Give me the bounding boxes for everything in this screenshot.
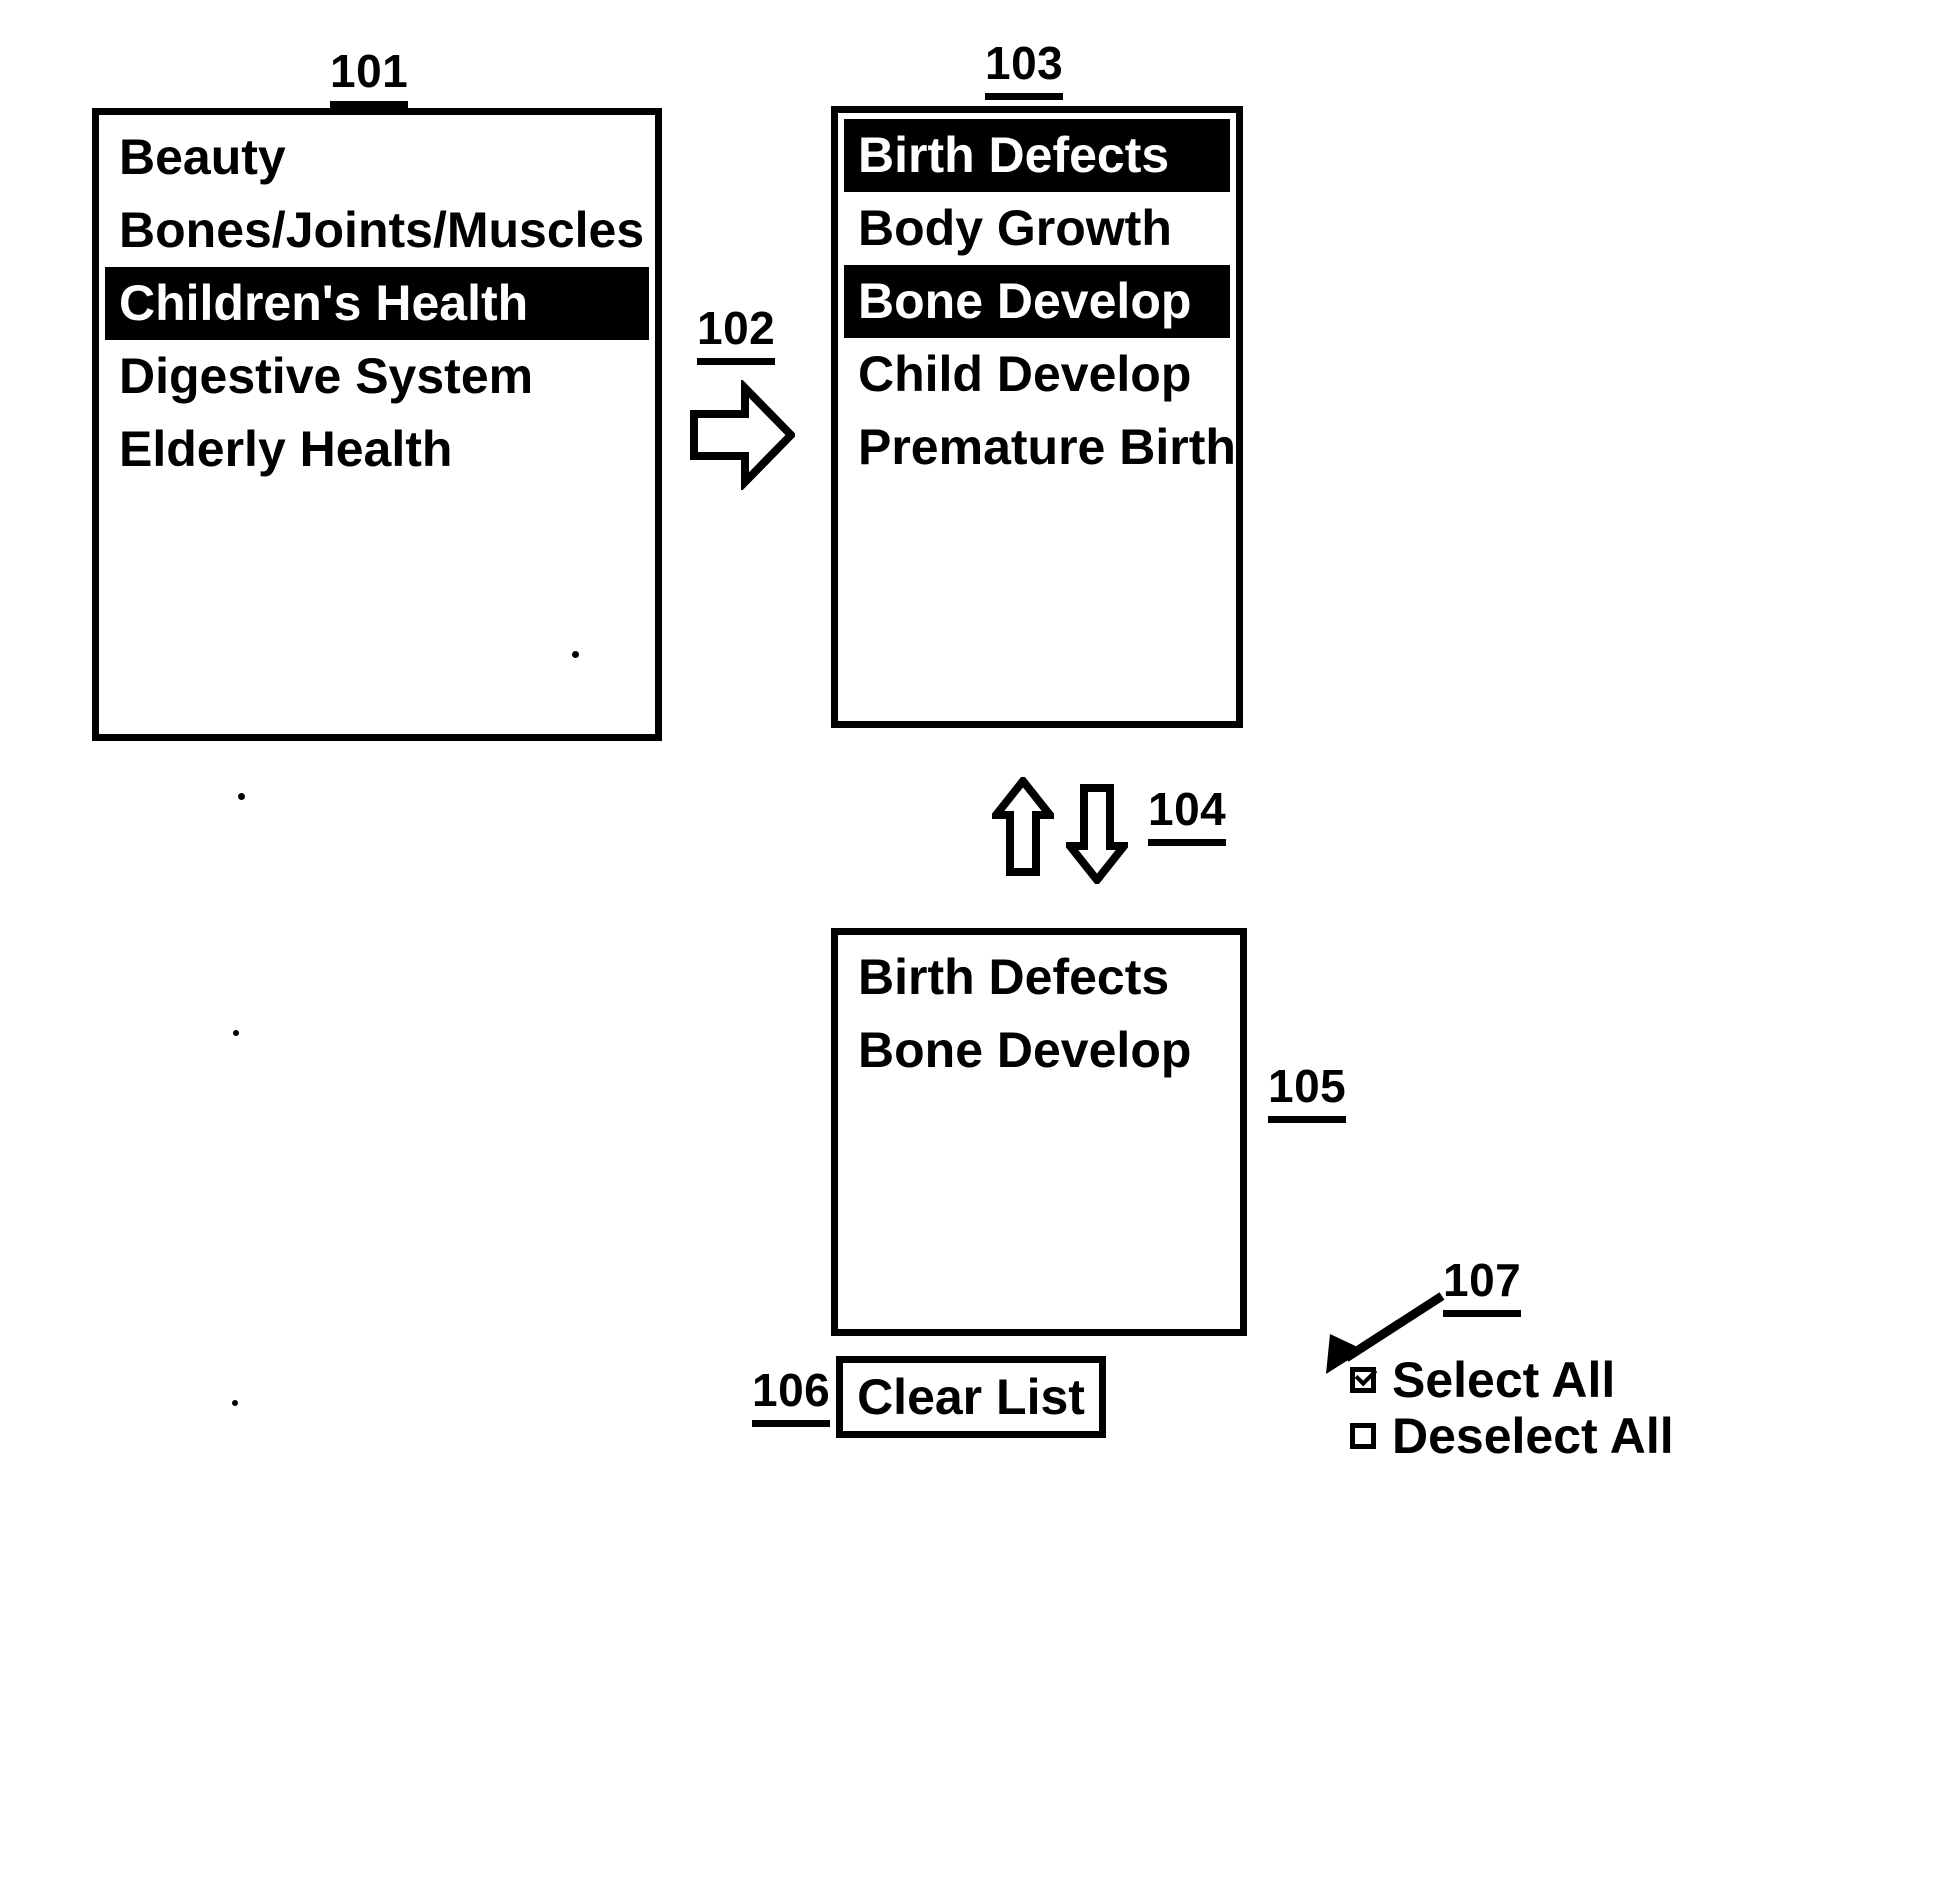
block-arrow-down-icon[interactable] <box>1061 784 1133 887</box>
list-item[interactable]: Bone Develop <box>844 265 1230 338</box>
callout-107-number: 107 <box>1443 1257 1522 1317</box>
callout-102: 102 <box>697 305 776 365</box>
callout-102-number: 102 <box>697 305 776 365</box>
check-mark-icon <box>1354 1363 1378 1387</box>
selected-topics-listbox[interactable]: Birth Defects Bone Develop <box>831 928 1247 1336</box>
subtopic-list-items: Birth Defects Body Growth Bone Develop C… <box>844 119 1236 484</box>
callout-105-number: 105 <box>1268 1063 1347 1123</box>
deselect-all-checkbox[interactable] <box>1350 1423 1376 1449</box>
list-item[interactable]: Elderly Health <box>105 413 649 486</box>
callout-106-number: 106 <box>752 1367 831 1427</box>
callout-104: 104 <box>1148 786 1227 846</box>
list-item[interactable]: Children's Health <box>105 267 649 340</box>
subtopic-listbox[interactable]: Birth Defects Body Growth Bone Develop C… <box>831 106 1243 728</box>
clear-list-button-label: Clear List <box>857 1369 1085 1425</box>
callout-101: 101 <box>330 48 409 108</box>
list-item[interactable]: Birth Defects <box>844 119 1230 192</box>
list-item[interactable]: Bone Develop <box>844 1014 1234 1087</box>
select-all-label: Select All <box>1392 1352 1616 1408</box>
scan-speckle <box>233 1030 239 1036</box>
callout-104-number: 104 <box>1148 786 1227 846</box>
scan-speckle <box>232 1400 238 1406</box>
source-topic-list-items: Beauty Bones/Joints/Muscles Children's H… <box>105 121 649 486</box>
block-arrow-right-icon[interactable] <box>690 378 797 492</box>
select-all-checkbox[interactable] <box>1350 1363 1378 1393</box>
clear-list-button[interactable]: Clear List <box>836 1356 1106 1438</box>
list-item[interactable]: Body Growth <box>844 192 1230 265</box>
selected-topics-list-items: Birth Defects Bone Develop <box>844 941 1234 1087</box>
list-item[interactable]: Beauty <box>105 121 649 194</box>
list-item[interactable]: Birth Defects <box>844 941 1234 1014</box>
callout-101-number: 101 <box>330 48 409 108</box>
select-all-controls: Select All Deselect All <box>1350 1355 1674 1467</box>
callout-105: 105 <box>1268 1063 1347 1123</box>
deselect-all-row[interactable]: Deselect All <box>1350 1411 1674 1461</box>
list-item[interactable]: Bones/Joints/Muscles <box>105 194 649 267</box>
source-topic-listbox[interactable]: Beauty Bones/Joints/Muscles Children's H… <box>92 108 662 741</box>
scan-speckle <box>238 793 245 800</box>
deselect-all-label: Deselect All <box>1392 1408 1674 1464</box>
callout-107: 107 <box>1443 1257 1522 1317</box>
callout-106: 106 <box>752 1367 831 1427</box>
scan-speckle <box>572 651 579 658</box>
callout-103: 103 <box>985 40 1064 100</box>
block-arrow-up-icon[interactable] <box>987 774 1059 877</box>
select-all-row[interactable]: Select All <box>1350 1355 1674 1405</box>
list-item[interactable]: Digestive System <box>105 340 649 413</box>
callout-103-number: 103 <box>985 40 1064 100</box>
list-item[interactable]: Premature Birth <box>844 411 1236 484</box>
list-item[interactable]: Child Develop <box>844 338 1230 411</box>
